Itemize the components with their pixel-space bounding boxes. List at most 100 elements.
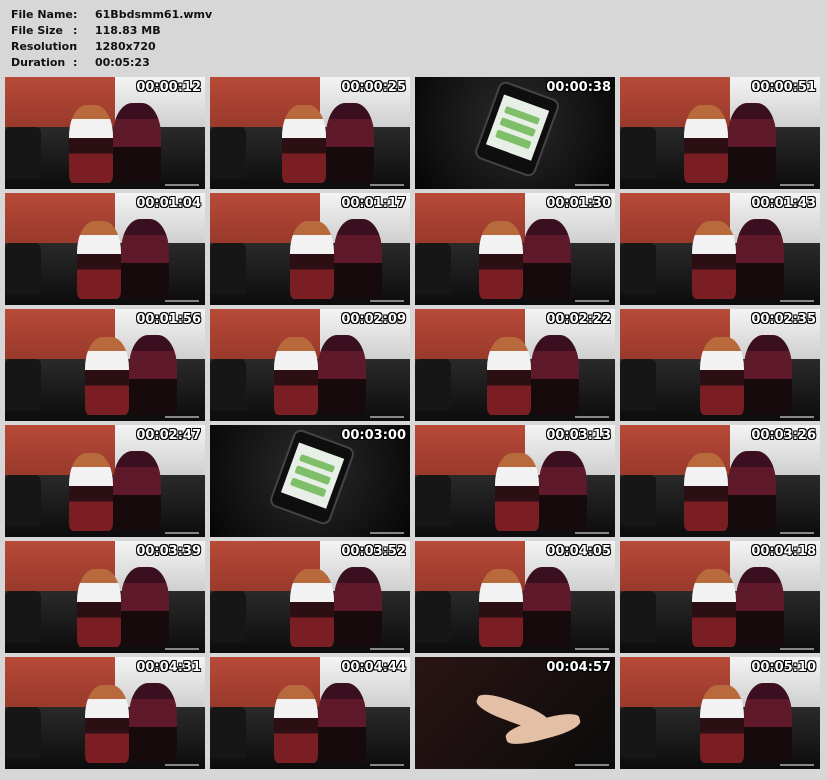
video-thumbnail[interactable]: 00:00:51 — [620, 77, 820, 189]
video-thumbnail[interactable]: 00:04:57 — [415, 657, 615, 769]
video-thumbnail[interactable]: 00:03:00 — [210, 425, 410, 537]
person-figure — [85, 685, 129, 764]
watermark — [165, 184, 199, 186]
sofa-arm — [5, 591, 41, 642]
video-thumbnail[interactable]: 00:03:39 — [5, 541, 205, 653]
video-thumbnail[interactable]: 00:01:04 — [5, 193, 205, 305]
person-figure — [728, 450, 776, 532]
separator: : — [73, 56, 78, 69]
sofa-arm — [620, 591, 656, 642]
video-thumbnail[interactable]: 00:04:18 — [620, 541, 820, 653]
sofa-arm — [620, 475, 656, 526]
file-name-label: File Name — [11, 8, 73, 21]
video-thumbnail[interactable]: 00:02:22 — [415, 309, 615, 421]
sofa-arm — [620, 243, 656, 294]
sofa-arm — [620, 127, 656, 178]
video-thumbnail[interactable]: 00:03:26 — [620, 425, 820, 537]
sofa-arm — [5, 127, 41, 178]
person-figure — [479, 221, 523, 300]
video-thumbnail[interactable]: 00:04:05 — [415, 541, 615, 653]
video-thumbnail[interactable]: 00:03:13 — [415, 425, 615, 537]
watermark — [370, 184, 404, 186]
watermark — [165, 532, 199, 534]
watermark — [370, 416, 404, 418]
person-figure — [318, 334, 366, 416]
sofa-arm — [415, 359, 451, 410]
person-figure — [334, 218, 382, 300]
sofa-arm — [415, 243, 451, 294]
person-figure — [334, 566, 382, 648]
watermark — [575, 300, 609, 302]
person-figure — [744, 682, 792, 764]
video-thumbnail[interactable]: 00:00:25 — [210, 77, 410, 189]
person-figure — [77, 569, 121, 648]
video-thumbnail[interactable]: 00:00:38 — [415, 77, 615, 189]
sofa-arm — [210, 707, 246, 758]
watermark — [780, 532, 814, 534]
watermark — [370, 648, 404, 650]
resolution-row: Resolution : 1280x720 — [11, 39, 212, 55]
sofa-arm — [415, 475, 451, 526]
watermark — [370, 300, 404, 302]
timestamp-label: 00:01:30 — [546, 196, 611, 211]
timestamp-label: 00:03:13 — [546, 428, 611, 443]
timestamp-label: 00:01:04 — [136, 196, 201, 211]
watermark — [575, 416, 609, 418]
video-thumbnail[interactable]: 00:01:43 — [620, 193, 820, 305]
file-size-value: 118.83 MB — [95, 24, 161, 37]
person-figure — [113, 102, 161, 184]
sofa-arm — [210, 359, 246, 410]
person-figure — [744, 334, 792, 416]
person-figure — [326, 102, 374, 184]
video-thumbnail[interactable]: 00:04:31 — [5, 657, 205, 769]
sofa-arm — [210, 591, 246, 642]
timestamp-label: 00:00:51 — [751, 80, 816, 95]
person-figure — [684, 453, 728, 532]
phone-screen — [280, 442, 345, 510]
video-thumbnail[interactable]: 00:03:52 — [210, 541, 410, 653]
file-name-value: 61Bbdsmm61.wmv — [95, 8, 213, 21]
video-thumbnail[interactable]: 00:01:56 — [5, 309, 205, 421]
sofa-arm — [620, 707, 656, 758]
sofa-arm — [5, 707, 41, 758]
timestamp-label: 00:02:09 — [341, 312, 406, 327]
watermark — [165, 300, 199, 302]
person-figure — [523, 218, 571, 300]
person-figure — [129, 334, 177, 416]
video-thumbnail[interactable]: 00:00:12 — [5, 77, 205, 189]
watermark — [370, 764, 404, 766]
timestamp-label: 00:02:47 — [136, 428, 201, 443]
file-size-label: File Size — [11, 24, 63, 37]
timestamp-label: 00:04:18 — [751, 544, 816, 559]
video-thumbnail[interactable]: 00:02:09 — [210, 309, 410, 421]
duration-row: Duration : 00:05:23 — [11, 55, 212, 71]
person-figure — [282, 105, 326, 184]
watermark — [165, 416, 199, 418]
video-thumbnail[interactable]: 00:05:10 — [620, 657, 820, 769]
watermark — [165, 764, 199, 766]
file-size-row: File Size : 118.83 MB — [11, 23, 212, 39]
sofa-arm — [5, 243, 41, 294]
video-thumbnail[interactable]: 00:02:35 — [620, 309, 820, 421]
person-figure — [121, 566, 169, 648]
timestamp-label: 00:01:17 — [341, 196, 406, 211]
timestamp-label: 00:03:26 — [751, 428, 816, 443]
watermark — [165, 648, 199, 650]
file-name-row: File Name : 61Bbdsmm61.wmv — [11, 7, 212, 23]
watermark — [370, 532, 404, 534]
video-thumbnail[interactable]: 00:01:17 — [210, 193, 410, 305]
person-figure — [290, 221, 334, 300]
watermark — [575, 532, 609, 534]
watermark — [780, 764, 814, 766]
person-figure — [487, 337, 531, 416]
video-thumbnail[interactable]: 00:04:44 — [210, 657, 410, 769]
person-figure — [692, 569, 736, 648]
phone-screen — [485, 94, 550, 162]
video-thumbnail[interactable]: 00:01:30 — [415, 193, 615, 305]
person-figure — [692, 221, 736, 300]
sofa-arm — [5, 359, 41, 410]
person-figure — [69, 105, 113, 184]
person-figure — [531, 334, 579, 416]
resolution-label: Resolution — [11, 40, 78, 53]
video-thumbnail[interactable]: 00:02:47 — [5, 425, 205, 537]
